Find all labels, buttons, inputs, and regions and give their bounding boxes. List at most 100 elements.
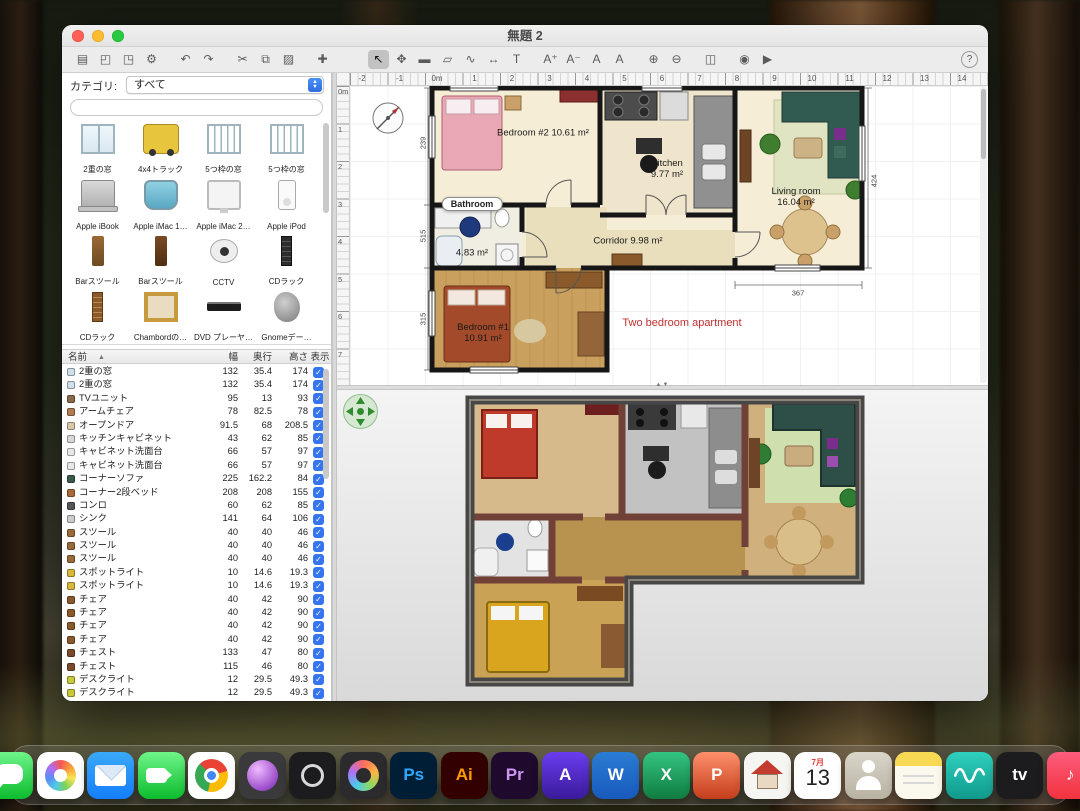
- create-text-tool[interactable]: T: [506, 50, 527, 69]
- furniture-row[interactable]: コンロ606285✓: [62, 499, 331, 512]
- furniture-row[interactable]: TVユニット951393✓: [62, 392, 331, 405]
- furniture-row[interactable]: スツール404046✓: [62, 526, 331, 539]
- furniture-row[interactable]: チェア404290✓: [62, 633, 331, 646]
- dock-icon-illustrator[interactable]: Ai: [441, 752, 488, 799]
- catalog-item[interactable]: CDラック: [255, 233, 318, 289]
- dock-icon-powerpoint[interactable]: P: [693, 752, 740, 799]
- create-polylines-tool[interactable]: ∿: [460, 50, 481, 69]
- catalog-item[interactable]: Apple iBook: [66, 177, 129, 233]
- furniture-row[interactable]: チェスト1154680✓: [62, 660, 331, 673]
- catalog-item[interactable]: Barスツール: [66, 233, 129, 289]
- column-width[interactable]: 幅: [200, 351, 238, 364]
- visible-checkbox[interactable]: ✓: [313, 554, 324, 565]
- column-depth[interactable]: 奥行: [238, 351, 272, 364]
- pan-tool[interactable]: ✥: [391, 50, 412, 69]
- cut-button[interactable]: ✂: [232, 50, 253, 69]
- create-rooms-tool[interactable]: ▱: [437, 50, 458, 69]
- dock-icon-contacts[interactable]: [845, 752, 892, 799]
- zoom-in-button[interactable]: ⊕: [643, 50, 664, 69]
- furniture-row[interactable]: 2重の窓13235.4174✓: [62, 365, 331, 378]
- title-bar[interactable]: 無題 2: [62, 25, 988, 47]
- dock-icon-calendar[interactable]: 7月13: [794, 752, 841, 799]
- redo-button[interactable]: ↷: [198, 50, 219, 69]
- column-visible[interactable]: 表示: [308, 351, 332, 364]
- zoom-out-button[interactable]: ⊖: [666, 50, 687, 69]
- dock-icon-notes[interactable]: [895, 752, 942, 799]
- visible-checkbox[interactable]: ✓: [313, 648, 324, 659]
- dock-icon-resolve[interactable]: [340, 752, 387, 799]
- add-furniture-button[interactable]: ✚: [312, 50, 333, 69]
- visible-checkbox[interactable]: ✓: [313, 621, 324, 632]
- furniture-row[interactable]: アームチェア7882.578✓: [62, 405, 331, 418]
- furniture-row[interactable]: チェア404290✓: [62, 593, 331, 606]
- furniture-row[interactable]: スポットライト1014.619.3✓: [62, 579, 331, 592]
- catalog-item[interactable]: Chambordの…: [129, 289, 192, 345]
- visible-checkbox[interactable]: ✓: [313, 527, 324, 538]
- furniture-row[interactable]: オープンドア91.568208.5✓: [62, 419, 331, 432]
- paste-button[interactable]: ▨: [278, 50, 299, 69]
- visible-checkbox[interactable]: ✓: [313, 500, 324, 511]
- furniture-row[interactable]: キャビネット洗面台665797✓: [62, 445, 331, 458]
- create-walls-tool[interactable]: ▬: [414, 50, 435, 69]
- furniture-row[interactable]: コーナーソファ225162.284✓: [62, 472, 331, 485]
- catalog-item[interactable]: 2重の窓: [66, 121, 129, 177]
- furniture-row[interactable]: スツール404046✓: [62, 539, 331, 552]
- furniture-row[interactable]: スポットライト1014.619.3✓: [62, 566, 331, 579]
- bathroom-label-object[interactable]: Bathroom: [442, 197, 503, 211]
- search-input[interactable]: [70, 99, 323, 116]
- enlarge-text-button[interactable]: A⁺: [540, 50, 561, 69]
- category-select[interactable]: すべて ▲▼: [126, 76, 324, 94]
- furniture-row[interactable]: チェア404290✓: [62, 606, 331, 619]
- furniture-row[interactable]: チェア404290✓: [62, 619, 331, 632]
- visible-checkbox[interactable]: ✓: [313, 634, 324, 645]
- furniture-row[interactable]: キッチンキャビネット436285✓: [62, 432, 331, 445]
- furniture-row[interactable]: 2重の窓13235.4174✓: [62, 378, 331, 391]
- catalog-item[interactable]: 5つ枠の窓: [255, 121, 318, 177]
- video-button[interactable]: ▶: [757, 50, 778, 69]
- dock-icon-messages[interactable]: [0, 752, 33, 799]
- furniture-row[interactable]: コーナー2段ベッド208208155✓: [62, 486, 331, 499]
- catalog-item[interactable]: 4x4トラック: [129, 121, 192, 177]
- plan-annotation[interactable]: Two bedroom apartment: [622, 317, 741, 329]
- catalog-item[interactable]: 5つ枠の窓: [192, 121, 255, 177]
- plan-scrollbar[interactable]: [980, 87, 987, 383]
- create-dimensions-tool[interactable]: ↔: [483, 50, 504, 69]
- compass-icon[interactable]: [368, 98, 408, 138]
- dock-icon-excel[interactable]: X: [643, 752, 690, 799]
- table-scrollbar[interactable]: [323, 369, 329, 479]
- visible-checkbox[interactable]: ✓: [313, 567, 324, 578]
- dock-icon-photos[interactable]: [37, 752, 84, 799]
- furniture-row[interactable]: シンク14164106✓: [62, 512, 331, 525]
- catalog-item[interactable]: Apple iPod: [255, 177, 318, 233]
- help-button[interactable]: ?: [961, 51, 978, 68]
- visible-checkbox[interactable]: ✓: [313, 541, 324, 552]
- visible-checkbox[interactable]: ✓: [313, 487, 324, 498]
- catalog-item[interactable]: Apple iMac 2…: [192, 177, 255, 233]
- visible-checkbox[interactable]: ✓: [313, 674, 324, 685]
- dock-icon-premiere[interactable]: Pr: [491, 752, 538, 799]
- furniture-row[interactable]: デスクライト1229.549.3✓: [62, 686, 331, 699]
- dock-icon-final-cut[interactable]: [239, 752, 286, 799]
- visible-checkbox[interactable]: ✓: [313, 661, 324, 672]
- dock-icon-mail[interactable]: [87, 752, 134, 799]
- visible-checkbox[interactable]: ✓: [313, 514, 324, 525]
- dock-icon-affinity[interactable]: A: [542, 752, 589, 799]
- dock-icon-chrome[interactable]: [188, 752, 235, 799]
- visible-checkbox[interactable]: ✓: [313, 688, 324, 699]
- new-home-button[interactable]: ▤: [72, 50, 93, 69]
- save-button[interactable]: ◳: [118, 50, 139, 69]
- photo-button[interactable]: ◉: [734, 50, 755, 69]
- plan-canvas[interactable]: Bedroom #2 10.61 m² Kitchen9.77 m² Livin…: [350, 86, 988, 385]
- visible-checkbox[interactable]: ✓: [313, 608, 324, 619]
- undo-button[interactable]: ↶: [175, 50, 196, 69]
- 3d-navigation-control[interactable]: [342, 393, 379, 430]
- dock-icon-facetime[interactable]: [138, 752, 185, 799]
- view-3d-pane[interactable]: [337, 390, 988, 701]
- catalog-scrollbar[interactable]: [323, 123, 329, 213]
- dock-icon-sweet-home-3d[interactable]: [744, 752, 791, 799]
- furniture-row[interactable]: キャビネット洗面台665797✓: [62, 459, 331, 472]
- furniture-row[interactable]: チェスト1334780✓: [62, 646, 331, 659]
- catalog-item[interactable]: CCTV: [192, 233, 255, 289]
- dock-icon-music[interactable]: ♪: [1047, 752, 1080, 799]
- virtual-visit-button[interactable]: ◫: [700, 50, 721, 69]
